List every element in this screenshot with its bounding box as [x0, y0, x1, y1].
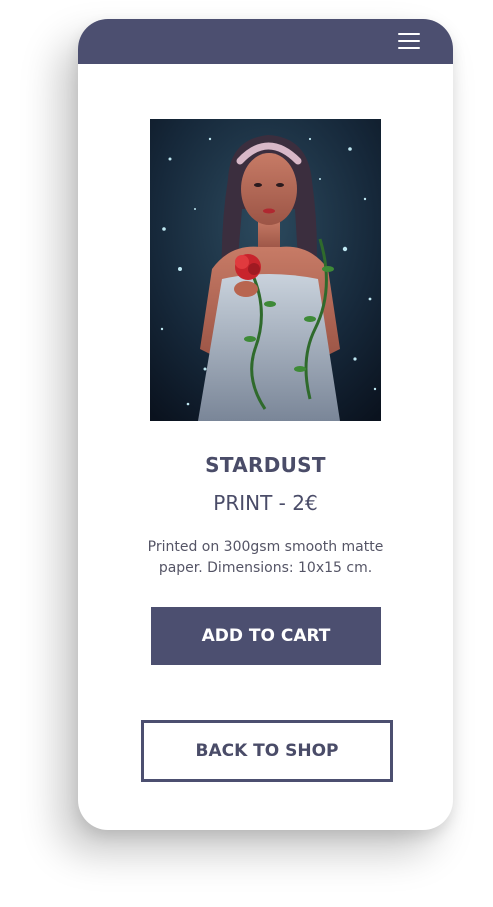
phone-frame: STARDUST PRINT - 2€ Printed on 300gsm sm…	[78, 19, 453, 830]
product-artwork-image	[150, 119, 381, 421]
hamburger-menu-icon[interactable]	[394, 30, 424, 54]
add-to-cart-button[interactable]: ADD TO CART	[151, 607, 381, 665]
product-title: STARDUST	[205, 453, 326, 477]
product-description: Printed on 300gsm smooth matte paper. Di…	[147, 539, 384, 576]
back-to-shop-button[interactable]: BACK TO SHOP	[141, 720, 393, 782]
product-price: PRINT - 2€	[213, 491, 318, 515]
top-navigation-bar	[78, 19, 453, 64]
